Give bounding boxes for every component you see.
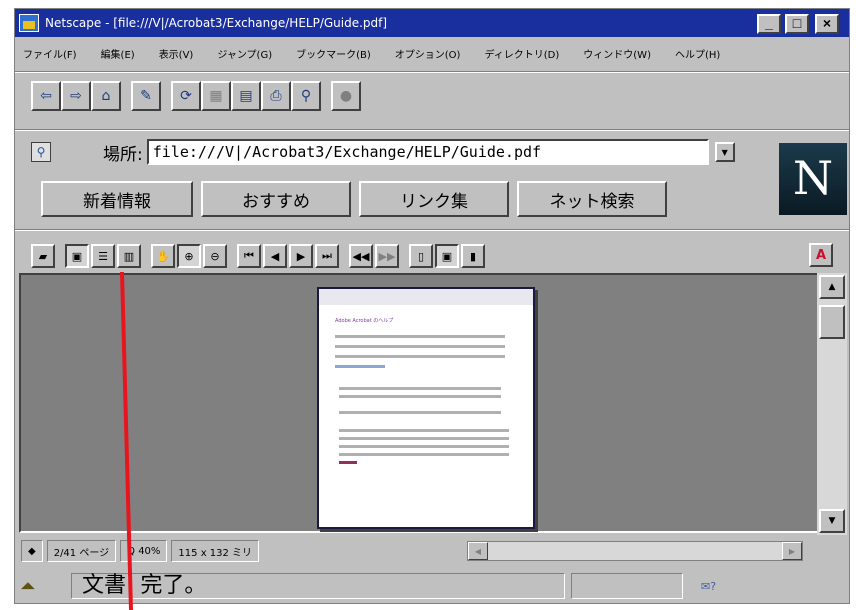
maximize-button[interactable]: □ [785,14,809,34]
reload-button[interactable]: ⟳ [171,81,201,111]
text-line [339,461,357,464]
links-button[interactable]: リンク集 [359,181,509,217]
menu-directory[interactable]: ディレクトリ(D) [484,46,559,61]
last-page-icon[interactable]: ⏭ [315,244,339,268]
page-only-icon[interactable]: ▣ [65,244,89,268]
text-line [339,453,509,456]
divider [15,71,849,73]
security-key-icon[interactable]: ◢◣ [21,578,61,594]
find-button[interactable]: ⚲ [291,81,321,111]
netscape-app-icon[interactable] [19,14,39,32]
text-line [335,355,505,358]
menu-bookmarks[interactable]: ブックマーク(B) [296,46,371,61]
home-button[interactable]: ⌂ [91,81,121,111]
mail-icon[interactable]: ✉? [701,580,716,593]
page-title: Adobe Acrobat のヘルプ [335,318,394,324]
bookmarks-pane-icon[interactable]: ☰ [91,244,115,268]
title-bar[interactable]: Netscape - [file:///V|/Acrobat3/Exchange… [15,9,849,37]
fit-page-icon[interactable]: ▣ [435,244,459,268]
open-button[interactable]: ▤ [231,81,261,111]
page-header [319,289,533,305]
status-text: 文書: 完了。 [71,573,565,599]
vertical-scrollbar[interactable]: ▲ ▼ [817,273,847,535]
menu-window[interactable]: ウィンドウ(W) [583,46,651,61]
scroll-down-button[interactable]: ▼ [819,509,845,533]
back-button[interactable]: ⇦ [31,81,61,111]
progress-field [571,573,683,599]
window-title: Netscape - [file:///V|/Acrobat3/Exchange… [45,16,388,30]
text-line [335,345,505,348]
menu-help[interactable]: ヘルプ(H) [675,46,720,61]
scroll-right-button[interactable]: ▶ [782,542,802,560]
go-forward-icon[interactable]: ▶▶ [375,244,399,268]
netscape-logo[interactable]: N [779,143,847,215]
zoom-in-icon[interactable]: ⊕ [177,244,201,268]
menu-bar: ファイル(F) 編集(E) 表示(V) ジャンプ(G) ブックマーク(B) オプ… [15,39,849,67]
scroll-up-button[interactable]: ▲ [819,275,845,299]
actual-size-icon[interactable]: ▯ [409,244,433,268]
print-doc-icon[interactable]: ▰ [31,244,55,268]
next-page-icon[interactable]: ▶ [289,244,313,268]
text-line [339,429,509,432]
text-line [339,445,509,448]
scroll-thumb[interactable] [819,305,845,339]
close-button[interactable]: × [815,14,839,34]
whats-new-button[interactable]: 新着情報 [41,181,193,217]
divider [15,129,849,131]
text-line [339,387,501,390]
status-bar: ◢◣ 文書: 完了。 ✉? [15,571,849,601]
text-line [339,395,501,398]
directory-buttons: 新着情報 おすすめ リンク集 ネット検索 [41,181,675,217]
print-button[interactable]: ⎙ [261,81,291,111]
forward-button[interactable]: ⇨ [61,81,91,111]
acrobat-logo-icon[interactable]: A [809,243,833,267]
thumbnails-pane-icon[interactable]: ▥ [117,244,141,268]
zoom-out-icon[interactable]: ⊖ [203,244,227,268]
minimize-button[interactable]: _ [757,14,781,34]
text-line [335,335,505,338]
whats-cool-button[interactable]: おすすめ [201,181,351,217]
horizontal-scrollbar[interactable]: ◀ ▶ [467,541,803,561]
location-bar: ⚲ 場所: file:///V|/Acrobat3/Exchange/HELP/… [31,137,735,167]
text-line [335,365,385,368]
first-page-icon[interactable]: ⏮ [237,244,261,268]
divider [15,229,849,231]
acrobat-toolbar: ▰ ▣ ☰ ▥ ✋ ⊕ ⊖ ⏮ ◀ ▶ ⏭ ◀◀ ▶▶ ▯ ▣ ▮ [31,241,487,271]
pdf-page[interactable]: Adobe Acrobat のヘルプ [317,287,535,529]
text-line [339,411,501,414]
hand-tool-icon[interactable]: ✋ [151,244,175,268]
images-button[interactable]: ▦ [201,81,231,111]
scroll-left-button[interactable]: ◀ [468,542,488,560]
navigation-toolbar: ⇦ ⇨ ⌂ ✎ ⟳ ▦ ▤ ⎙ ⚲ ● [31,77,361,115]
split-handle-icon[interactable]: ◆ [21,540,43,562]
netscape-window: Netscape - [file:///V|/Acrobat3/Exchange… [14,8,850,604]
document-status-strip: ◆ 2/41 ページ Q 40% 115 x 132 ミリ [21,539,263,563]
previous-page-icon[interactable]: ◀ [263,244,287,268]
zoom-field[interactable]: Q 40% [120,540,168,562]
location-label: 場所: [103,144,143,165]
stop-button[interactable]: ● [331,81,361,111]
menu-edit[interactable]: 編集(E) [101,46,135,61]
fit-width-icon[interactable]: ▮ [461,244,485,268]
go-back-icon[interactable]: ◀◀ [349,244,373,268]
bookmark-icon[interactable]: ⚲ [31,142,51,162]
location-dropdown-button[interactable]: ▼ [714,142,735,162]
text-line [339,437,509,440]
net-search-button[interactable]: ネット検索 [517,181,667,217]
page-size-field[interactable]: 115 x 132 ミリ [171,540,260,562]
menu-go[interactable]: ジャンプ(G) [217,46,272,61]
menu-view[interactable]: 表示(V) [159,46,194,61]
pdf-document-view[interactable]: Adobe Acrobat のヘルプ [19,273,819,533]
edit-button[interactable]: ✎ [131,81,161,111]
menu-options[interactable]: オプション(O) [395,46,461,61]
location-input[interactable]: file:///V|/Acrobat3/Exchange/HELP/Guide.… [146,139,709,165]
menu-file[interactable]: ファイル(F) [23,46,77,61]
page-number-field[interactable]: 2/41 ページ [46,540,117,562]
